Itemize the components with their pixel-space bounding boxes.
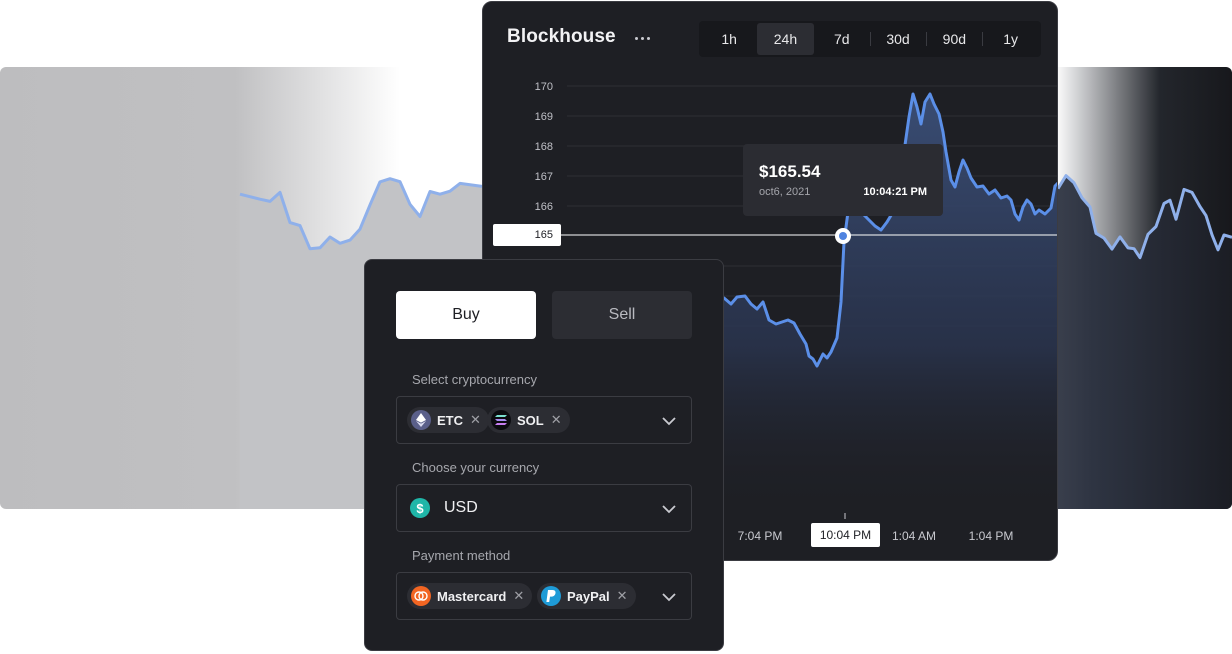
- chip-etc-label: ETC: [437, 412, 463, 428]
- range-tab-7d[interactable]: 7d: [814, 23, 870, 55]
- currency-field-label: Choose your currency: [412, 460, 540, 475]
- mastercard-icon: [411, 586, 431, 606]
- y-tick-label: 166: [535, 201, 553, 213]
- chip-mastercard-label: Mastercard: [437, 588, 507, 604]
- hero-illustration: 170 169 168 167 166 7:04 PM 1:04 AM 1:04 PM Bl…: [0, 0, 1232, 654]
- payment-select[interactable]: Mastercard ✕ PayPal ✕: [396, 572, 692, 620]
- y-axis: 170 169 168 167 166: [535, 81, 553, 213]
- chart-title: Blockhouse: [507, 26, 616, 47]
- tooltip-time: 10:04:21 PM: [863, 186, 927, 198]
- range-tab-1h[interactable]: 1h: [701, 23, 757, 55]
- chip-paypal-label: PayPal: [567, 588, 610, 604]
- buy-button[interactable]: Buy: [396, 291, 536, 339]
- remove-etc-icon[interactable]: ✕: [470, 412, 481, 428]
- chevron-down-icon[interactable]: [661, 413, 677, 429]
- currency-value: USD: [444, 499, 478, 516]
- crosshair-time-label: 10:04 PM: [811, 523, 880, 547]
- more-options-icon[interactable]: [633, 28, 655, 48]
- payment-field-label: Payment method: [412, 548, 511, 563]
- chip-paypal: PayPal ✕: [537, 583, 636, 609]
- range-tab-24h[interactable]: 24h: [757, 23, 814, 55]
- chip-sol: SOL ✕: [487, 407, 570, 433]
- y-tick-label: 169: [535, 111, 553, 123]
- sell-button[interactable]: Sell: [552, 291, 692, 339]
- y-tick-label: 170: [535, 81, 553, 93]
- remove-mastercard-icon[interactable]: ✕: [513, 588, 524, 604]
- y-tick-label: 168: [535, 141, 553, 153]
- chip-mastercard: Mastercard ✕: [407, 583, 533, 609]
- remove-sol-icon[interactable]: ✕: [551, 412, 562, 428]
- crypto-select[interactable]: ETC ✕ SOL ✕: [396, 396, 692, 444]
- x-tick-label: 1:04 AM: [892, 529, 936, 543]
- time-range-tabs: 1h 24h 7d 30d 90d 1y: [699, 21, 1041, 57]
- tooltip-price: $165.54: [759, 162, 821, 181]
- chip-sol-label: SOL: [517, 412, 544, 428]
- price-tooltip: $165.54 oct6, 2021 10:04:21 PM: [743, 144, 943, 216]
- tooltip-date: oct6, 2021: [759, 186, 811, 198]
- remove-paypal-icon[interactable]: ✕: [617, 588, 628, 604]
- chevron-down-icon[interactable]: [661, 589, 677, 605]
- crypto-field-label: Select cryptocurrency: [412, 372, 537, 387]
- ethereum-icon: [411, 410, 431, 430]
- paypal-icon: [541, 586, 561, 606]
- dollar-icon: $: [410, 498, 430, 518]
- trade-form-card: Buy Sell Select cryptocurrency ETC ✕ SOL…: [364, 259, 724, 651]
- x-tick-label: 1:04 PM: [969, 529, 1014, 543]
- chip-etc: ETC ✕: [407, 407, 489, 433]
- range-tab-90d[interactable]: 90d: [926, 23, 982, 55]
- range-tab-30d[interactable]: 30d: [869, 23, 926, 55]
- solana-icon: [491, 410, 511, 430]
- range-tab-1y[interactable]: 1y: [982, 23, 1038, 55]
- chevron-down-icon[interactable]: [661, 501, 677, 517]
- y-tick-label: 167: [535, 171, 553, 183]
- currency-select[interactable]: $ USD: [396, 484, 692, 532]
- hover-point-core: [839, 232, 847, 240]
- x-tick-label: 7:04 PM: [738, 529, 783, 543]
- crosshair-price-label: 165: [493, 224, 561, 246]
